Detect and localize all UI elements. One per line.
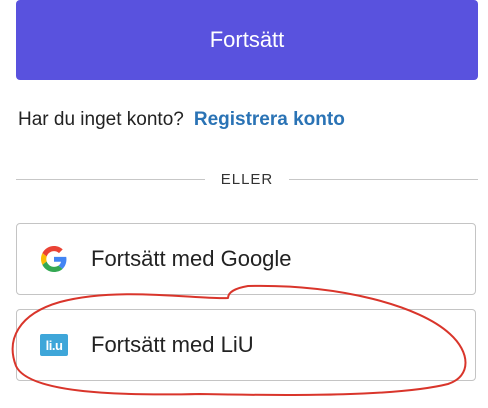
- divider-line-left: [16, 178, 205, 180]
- divider-line-right: [289, 178, 478, 180]
- login-options-panel: Fortsätt Har du inget konto? Registrera k…: [0, 0, 488, 408]
- continue-button-label: Fortsätt: [209, 27, 285, 52]
- google-icon: [39, 244, 69, 274]
- continue-with-liu-button[interactable]: li.u Fortsätt med LiU: [16, 309, 476, 381]
- continue-button[interactable]: Fortsätt: [16, 0, 478, 80]
- or-divider: ELLER: [16, 168, 478, 190]
- liu-logo-icon: li.u: [39, 330, 69, 360]
- continue-with-google-label: Fortsätt med Google: [91, 246, 292, 271]
- divider-label: ELLER: [220, 170, 274, 188]
- continue-with-liu-label: Fortsätt med LiU: [91, 332, 254, 357]
- signup-prompt: Har du inget konto? Registrera konto: [18, 109, 345, 131]
- register-account-link[interactable]: Registrera konto: [194, 109, 345, 130]
- signup-prompt-text: Har du inget konto?: [18, 109, 184, 130]
- continue-with-google-button[interactable]: Fortsätt med Google: [16, 223, 476, 295]
